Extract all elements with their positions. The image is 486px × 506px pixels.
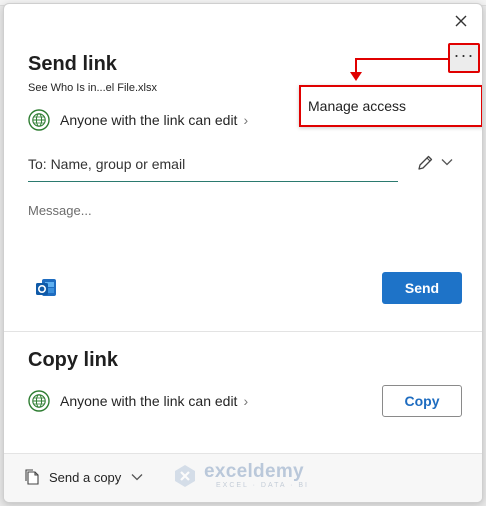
document-copy-icon (25, 469, 39, 485)
send-link-title: Send link (28, 53, 117, 75)
close-icon (455, 15, 467, 27)
globe-icon (28, 109, 50, 131)
watermark-name: exceldemy (204, 461, 304, 482)
menu-item-manage-access[interactable]: Manage access (299, 85, 482, 127)
file-name: See Who Is in...el File.xlsx (28, 82, 157, 94)
globe-icon (28, 390, 50, 412)
send-a-copy-button[interactable]: Send a copy (24, 468, 143, 486)
annotation-line-horizontal (356, 58, 448, 60)
chevron-down-icon (131, 474, 143, 481)
chevron-right-icon: › (243, 112, 249, 128)
watermark: exceldemy EXCEL · DATA · BI (172, 462, 309, 489)
section-divider (4, 331, 482, 332)
watermark-tagline: EXCEL · DATA · BI (216, 482, 309, 489)
share-dialog: ··· Manage access Send link See Who Is i… (3, 3, 483, 503)
manage-access-label: Manage access (308, 98, 407, 114)
link-permission-selector[interactable]: Anyone with the link can edit › (28, 109, 248, 131)
copy-link-title: Copy link (28, 349, 119, 371)
close-button[interactable] (450, 10, 472, 32)
send-a-copy-label: Send a copy (49, 469, 122, 485)
annotation-arrow-icon (350, 72, 362, 81)
chevron-right-icon: › (243, 393, 249, 409)
chevron-down-icon[interactable] (441, 157, 453, 167)
exceldemy-logo-icon (175, 464, 195, 487)
dialog-footer: Send a copy exceldemy EXCEL · DATA · BI (4, 453, 482, 502)
copy-button[interactable]: Copy (382, 385, 462, 417)
ellipsis-icon: ··· (453, 44, 475, 65)
outlook-icon[interactable] (34, 276, 58, 300)
copy-link-permission-selector[interactable]: Anyone with the link can edit › (28, 390, 248, 412)
recipients-input[interactable]: To: Name, group or email (28, 152, 398, 182)
copy-permission-label: Anyone with the link can edit (60, 393, 238, 409)
permission-label: Anyone with the link can edit (60, 112, 238, 128)
send-button[interactable]: Send (382, 272, 462, 304)
pen-icon[interactable] (416, 154, 434, 172)
message-input[interactable]: Message... (28, 203, 448, 253)
more-options-button[interactable]: ··· (448, 43, 480, 73)
